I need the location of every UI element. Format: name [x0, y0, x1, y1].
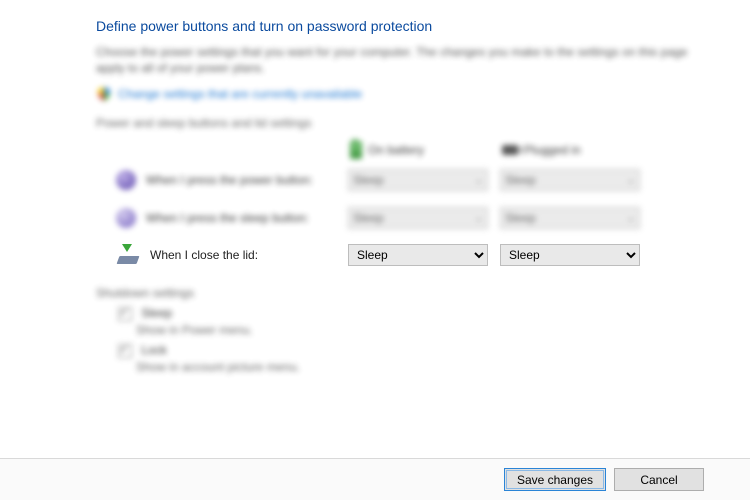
close-lid-icon: [116, 246, 140, 264]
shutdown-opt-sleep-label: Sleep: [141, 306, 172, 320]
row-close-lid-label: When I close the lid:: [150, 248, 258, 262]
power-button-icon: [116, 170, 136, 190]
page-description: Choose the power settings that you want …: [96, 44, 690, 76]
power-button-plugged-select[interactable]: Sleep⌄: [500, 169, 640, 191]
plug-icon: [502, 145, 518, 155]
section-shutdown-settings: Shutdown settings: [96, 286, 690, 300]
sleep-button-plugged-select[interactable]: Sleep⌄: [500, 207, 640, 229]
row-power-button: When I press the power button:: [96, 164, 336, 196]
page-title: Define power buttons and turn on passwor…: [96, 18, 690, 34]
chevron-down-icon: ⌄: [627, 213, 635, 224]
section-power-sleep-lid: Power and sleep buttons and lid settings: [96, 116, 690, 130]
settings-grid-lid: When I close the lid: Sleep Sleep: [96, 240, 690, 270]
chevron-down-icon: ⌄: [475, 213, 483, 224]
battery-icon: [350, 141, 362, 159]
row-sleep-button: When I press the sleep button:: [96, 202, 336, 234]
shutdown-opt-sleep-sub: Show in Power menu.: [136, 323, 690, 337]
chevron-down-icon: ⌄: [627, 175, 635, 186]
row-close-lid: When I close the lid:: [96, 240, 336, 270]
power-button-battery-select[interactable]: Sleep⌄: [348, 169, 488, 191]
sleep-button-battery-select[interactable]: Sleep⌄: [348, 207, 488, 229]
close-lid-battery-select[interactable]: Sleep: [348, 244, 488, 266]
col-on-battery-label: On battery: [368, 143, 424, 157]
col-plugged-in: Plugged in: [500, 136, 640, 164]
shutdown-opt-lock-label: Lock: [141, 343, 166, 357]
content-area: Define power buttons and turn on passwor…: [0, 0, 750, 374]
shutdown-opt-lock: Lock: [118, 343, 690, 358]
close-lid-plugged-select[interactable]: Sleep: [500, 244, 640, 266]
col-plugged-in-label: Plugged in: [524, 143, 581, 157]
chevron-down-icon: ⌄: [475, 175, 483, 186]
power-options-page: Define power buttons and turn on passwor…: [0, 0, 750, 500]
checkbox-lock[interactable]: [118, 344, 132, 358]
save-changes-button[interactable]: Save changes: [504, 468, 606, 491]
blurred-upper: Choose the power settings that you want …: [96, 44, 690, 234]
shutdown-opt-lock-sub: Show in account picture menu.: [136, 360, 690, 374]
blurred-shutdown: Shutdown settings Sleep Show in Power me…: [96, 286, 690, 374]
dialog-footer: Save changes Cancel: [0, 458, 750, 500]
col-on-battery: On battery: [348, 136, 488, 164]
shutdown-opt-sleep: Sleep: [118, 306, 690, 321]
settings-grid: On battery Plugged in When I press the p…: [96, 136, 690, 234]
change-unavailable-settings-link[interactable]: Change settings that are currently unava…: [118, 87, 362, 101]
row-sleep-button-label: When I press the sleep button:: [146, 211, 309, 225]
admin-link-row: Change settings that are currently unava…: [96, 86, 690, 102]
uac-shield-icon: [96, 86, 112, 102]
sleep-button-icon: [116, 208, 136, 228]
checkbox-sleep[interactable]: [118, 307, 132, 321]
cancel-button[interactable]: Cancel: [614, 468, 704, 491]
row-power-button-label: When I press the power button:: [146, 173, 313, 187]
